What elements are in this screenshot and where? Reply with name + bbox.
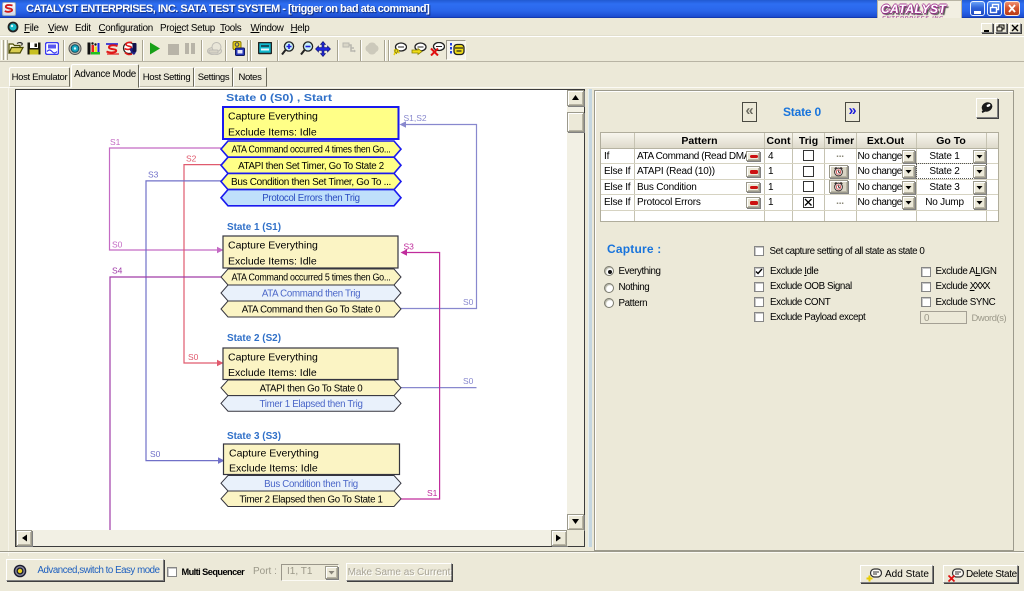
svg-text:S1,S2: S1,S2 (404, 113, 427, 123)
svg-text:S0: S0 (188, 352, 199, 362)
svg-text:ATAPI then Set Timer, Go To St: ATAPI then Set Timer, Go To State 2 (238, 161, 384, 172)
svg-text:Exclude Items: Idle: Exclude Items: Idle (228, 367, 317, 379)
svg-text:Protocol Errors then Trig: Protocol Errors then Trig (262, 193, 360, 204)
svg-text:Capture Everything: Capture Everything (228, 111, 318, 123)
svg-text:State 2 (S2): State 2 (S2) (227, 332, 281, 344)
svg-text:Timer 2 Elapsed then Go To Sta: Timer 2 Elapsed then Go To State 1 (239, 494, 382, 505)
svg-text:Bus Condition then Set Timer,: Bus Condition then Set Timer, Go To ... (231, 177, 391, 188)
svg-text:ATA Command then Trig: ATA Command then Trig (262, 289, 360, 300)
svg-text:State 1 (S1): State 1 (S1) (227, 221, 281, 233)
svg-text:S0: S0 (150, 449, 161, 459)
svg-text:Capture Everything: Capture Everything (228, 240, 318, 252)
svg-text:S1: S1 (427, 488, 438, 498)
svg-text:Exclude Items: Idle: Exclude Items: Idle (228, 256, 317, 268)
svg-text:State 3 (S3): State 3 (S3) (227, 430, 281, 442)
svg-text:S4: S4 (112, 266, 123, 276)
svg-text:State 0 (S0) , Start: State 0 (S0) , Start (226, 92, 333, 104)
svg-text:Exclude Items: Idle: Exclude Items: Idle (228, 127, 317, 139)
svg-text:ATA Command then Go To State 0: ATA Command then Go To State 0 (242, 305, 381, 316)
svg-text:ATAPI then Go To State 0: ATAPI then Go To State 0 (260, 383, 364, 394)
svg-text:Exclude Items: Idle: Exclude Items: Idle (229, 463, 318, 475)
svg-text:ATA Command occurred 4 times t: ATA Command occurred 4 times then Go... (232, 145, 391, 156)
svg-text:Bus Condition then Trig: Bus Condition then Trig (264, 479, 358, 490)
svg-text:S3: S3 (404, 242, 415, 252)
svg-text:Capture Everything: Capture Everything (228, 352, 318, 364)
svg-text:S0: S0 (463, 376, 474, 386)
svg-text:S0: S0 (112, 240, 123, 250)
svg-text:Timer 1 Elapsed then Trig: Timer 1 Elapsed then Trig (259, 399, 362, 410)
svg-text:Capture Everything: Capture Everything (229, 448, 319, 460)
svg-text:S1: S1 (110, 137, 121, 147)
svg-text:S2: S2 (186, 154, 197, 164)
svg-text:S0: S0 (463, 297, 474, 307)
svg-text:S3: S3 (148, 170, 159, 180)
svg-text:ATA Command occurred 5 times t: ATA Command occurred 5 times then Go... (232, 273, 391, 284)
